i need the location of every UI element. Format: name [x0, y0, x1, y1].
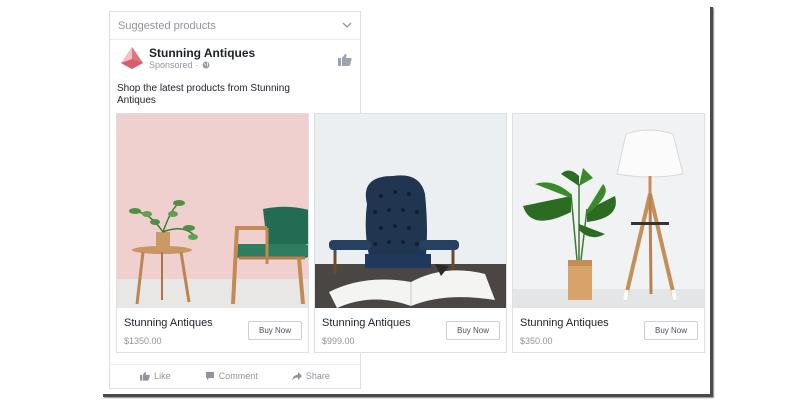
product-price: $1350.00 [124, 336, 162, 346]
share-button[interactable]: Share [291, 370, 330, 381]
product-image-leather-chair[interactable] [315, 114, 506, 308]
product-title[interactable]: Stunning Antiques [124, 317, 213, 329]
buy-now-button[interactable]: Buy Now [644, 321, 698, 340]
sponsored-label: Sponsored [149, 60, 193, 70]
comment-label: Comment [218, 370, 258, 381]
share-arrow-icon [291, 371, 302, 380]
product-image-lamp-plant[interactable] [513, 114, 704, 308]
buy-now-button[interactable]: Buy Now [446, 321, 500, 340]
suggested-products-header: Suggested products [110, 12, 360, 40]
thumbs-up-icon[interactable] [338, 53, 352, 66]
post-action-bar: Like Comment Share [109, 364, 361, 386]
pyramid-logo[interactable] [119, 45, 145, 71]
product-card[interactable]: Stunning Antiques $999.00 Buy Now [314, 113, 507, 353]
product-price: $999.00 [322, 336, 355, 346]
post-meta: Sponsored · [149, 60, 210, 70]
thumbs-up-icon [140, 371, 150, 381]
globe-icon [202, 61, 209, 69]
comment-icon [205, 371, 214, 380]
like-label: Like [154, 370, 171, 381]
meta-separator: · [195, 60, 199, 70]
page-name-link[interactable]: Stunning Antiques [149, 46, 255, 60]
product-image-chairs-plant[interactable] [117, 114, 308, 308]
product-price: $350.00 [520, 336, 553, 346]
product-card[interactable]: Stunning Antiques $350.00 Buy Now [512, 113, 705, 353]
post-body-text: Shop the latest products from Stunning A… [117, 83, 290, 106]
product-card[interactable]: Stunning Antiques $1350.00 Buy Now [116, 113, 309, 353]
like-button[interactable]: Like [140, 371, 171, 381]
chevron-down-icon[interactable] [342, 21, 352, 29]
buy-now-button[interactable]: Buy Now [248, 321, 302, 340]
comment-button[interactable]: Comment [205, 371, 258, 381]
product-title[interactable]: Stunning Antiques [322, 317, 411, 329]
suggested-products-label: Suggested products [118, 20, 216, 32]
share-label: Share [305, 370, 330, 381]
product-title[interactable]: Stunning Antiques [520, 317, 609, 329]
